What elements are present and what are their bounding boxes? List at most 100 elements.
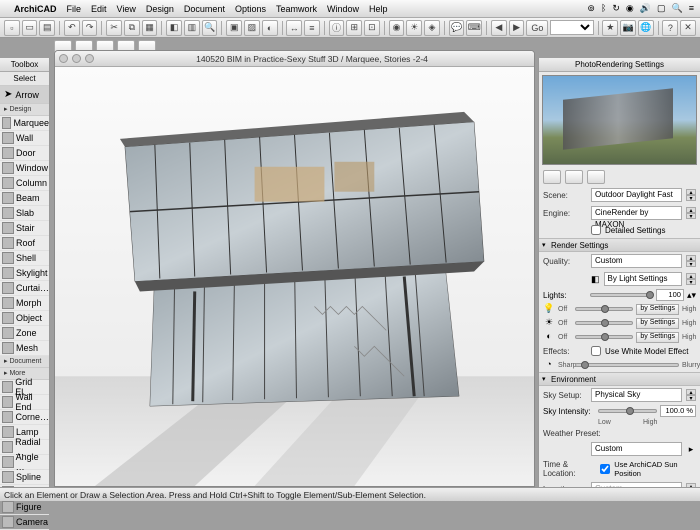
tb-x-icon[interactable]: ✕ xyxy=(680,20,696,36)
battery-icon[interactable]: ▢ xyxy=(657,3,666,14)
section-document[interactable]: ▸ Document xyxy=(0,356,49,368)
environment-header[interactable]: Environment xyxy=(539,372,700,386)
sync-icon[interactable]: ↻ xyxy=(612,3,620,14)
tb-3d-icon[interactable]: ▣ xyxy=(226,20,242,36)
tb-sun-icon[interactable]: ☀ xyxy=(406,20,422,36)
tb-material-icon[interactable]: ◈ xyxy=(424,20,440,36)
menu-document[interactable]: Document xyxy=(184,4,225,14)
window-tool[interactable]: Window xyxy=(0,161,49,176)
menu-help[interactable]: Help xyxy=(369,4,388,14)
sky-setup-stepper[interactable]: ▴▾ xyxy=(686,389,696,401)
scene-select[interactable]: Outdoor Daylight Fast xyxy=(591,188,682,202)
tb-keyboard-icon[interactable]: ⌨ xyxy=(466,20,482,36)
tb-paste-icon[interactable]: ▦ xyxy=(142,20,158,36)
engine-select[interactable]: CineRender by MAXON xyxy=(591,206,682,220)
preview-refresh-icon[interactable] xyxy=(587,170,605,184)
tb-ruler-icon[interactable]: ≡ xyxy=(304,20,320,36)
stair-tool[interactable]: Stair xyxy=(0,221,49,236)
sun-by-settings[interactable]: by Settings xyxy=(636,318,679,329)
tb-nav-select[interactable] xyxy=(550,20,593,35)
signal-icon[interactable]: ◉ xyxy=(626,3,634,14)
weather-select[interactable]: Custom xyxy=(591,442,682,456)
detailed-checkbox[interactable] xyxy=(591,225,601,235)
skylight-tool[interactable]: Skylight xyxy=(0,266,49,281)
render-preview[interactable] xyxy=(542,75,697,165)
sky-int-value[interactable]: 100.0 % xyxy=(660,405,696,417)
mesh-tool[interactable]: Mesh xyxy=(0,341,49,356)
quality-select[interactable]: Custom xyxy=(591,254,682,268)
tb-new-icon[interactable]: ▫ xyxy=(4,20,20,36)
tb-help-icon[interactable]: ? xyxy=(662,20,678,36)
quality-stepper[interactable]: ▴▾ xyxy=(686,255,696,267)
ambient-slider[interactable] xyxy=(575,335,633,339)
white-model-checkbox[interactable] xyxy=(591,346,601,356)
tb-undo-icon[interactable]: ↶ xyxy=(64,20,80,36)
slab-tool[interactable]: Slab xyxy=(0,206,49,221)
tb-globe-icon[interactable]: 🌐 xyxy=(638,20,654,36)
document-titlebar[interactable]: 140520 BIM in Practice-Sexy Stuff 3D / M… xyxy=(55,51,534,67)
toolbox-select-label[interactable]: Select xyxy=(0,72,49,86)
sky-setup-select[interactable]: Physical Sky xyxy=(591,388,682,402)
notification-icon[interactable]: ≡ xyxy=(689,3,694,14)
tb-fwd-icon[interactable]: ▶ xyxy=(509,20,525,36)
bulb-by-settings[interactable]: by Settings xyxy=(636,304,679,315)
roof-tool[interactable]: Roof xyxy=(0,236,49,251)
tb-redo-icon[interactable]: ↷ xyxy=(82,20,98,36)
volume-icon[interactable]: 🔊 xyxy=(640,3,651,14)
close-dot-icon[interactable] xyxy=(59,54,68,63)
ambient-by-settings[interactable]: by Settings xyxy=(636,332,679,343)
lights-value[interactable]: 100 xyxy=(656,289,684,301)
tb-group-icon[interactable]: ⊡ xyxy=(364,20,380,36)
render-settings-header[interactable]: Render Settings xyxy=(539,238,700,252)
camera-tool[interactable]: Camera xyxy=(0,515,49,530)
tb-view-icon[interactable]: ▥ xyxy=(184,20,200,36)
object-tool[interactable]: Object xyxy=(0,311,49,326)
wifi-icon[interactable]: ⊚ xyxy=(587,3,595,14)
tb-measure-icon[interactable]: ↔ xyxy=(286,20,302,36)
preview-export-icon[interactable] xyxy=(565,170,583,184)
tb-camera2-icon[interactable]: 📷 xyxy=(620,20,636,36)
engine-stepper[interactable]: ▴▾ xyxy=(686,207,696,219)
marquee-tool[interactable]: Marquee xyxy=(0,116,49,131)
scene-stepper[interactable]: ▴▾ xyxy=(686,189,696,201)
menu-design[interactable]: Design xyxy=(146,4,174,14)
tb-copy-icon[interactable]: ⧉ xyxy=(124,20,140,36)
app-name[interactable]: ArchiCAD xyxy=(14,4,57,14)
menu-window[interactable]: Window xyxy=(327,4,359,14)
3d-viewport[interactable] xyxy=(55,67,534,486)
menu-edit[interactable]: Edit xyxy=(91,4,107,14)
wallend-tool[interactable]: Wall End xyxy=(0,395,49,410)
beam-tool[interactable]: Beam xyxy=(0,191,49,206)
menu-options[interactable]: Options xyxy=(235,4,266,14)
preview-size-icon[interactable] xyxy=(543,170,561,184)
quality2-select[interactable]: By Light Settings xyxy=(604,272,682,286)
corner-tool[interactable]: Corne… xyxy=(0,410,49,425)
tb-balloon-icon[interactable]: 💬 xyxy=(449,20,465,36)
detailed-info-icon[interactable] xyxy=(682,224,696,236)
lights-slider[interactable] xyxy=(590,293,653,297)
sun-slider[interactable] xyxy=(575,321,633,325)
bluetooth-icon[interactable]: ᛒ xyxy=(601,3,606,14)
arrow-tool[interactable]: Arrow xyxy=(0,86,49,104)
quality2-stepper[interactable]: ▴▾ xyxy=(686,273,696,285)
sky-int-slider[interactable] xyxy=(598,409,657,413)
bulb-slider[interactable] xyxy=(575,307,633,311)
column-tool[interactable]: Column xyxy=(0,176,49,191)
tb-favorites-icon[interactable]: ★ xyxy=(602,20,618,36)
morph-tool[interactable]: Morph xyxy=(0,296,49,311)
tb-zoom-icon[interactable]: 🔍 xyxy=(202,20,218,36)
tb-open-icon[interactable]: ▭ xyxy=(22,20,38,36)
tb-camera-icon[interactable]: ◉ xyxy=(389,20,405,36)
tb-cut-icon[interactable]: ✂ xyxy=(106,20,122,36)
tb-back-icon[interactable]: ◀ xyxy=(491,20,507,36)
zoom-dot-icon[interactable] xyxy=(85,54,94,63)
tb-align-icon[interactable]: ⊞ xyxy=(346,20,362,36)
zone-tool[interactable]: Zone xyxy=(0,326,49,341)
lights-stepper[interactable]: ▴▾ xyxy=(687,290,696,301)
tb-section-icon[interactable]: ▨ xyxy=(244,20,260,36)
figure-tool[interactable]: Figure xyxy=(0,500,49,515)
min-dot-icon[interactable] xyxy=(72,54,81,63)
angle-tool[interactable]: Angle … xyxy=(0,455,49,470)
blur-slider[interactable] xyxy=(575,363,679,367)
tb-save-icon[interactable]: ▤ xyxy=(39,20,55,36)
